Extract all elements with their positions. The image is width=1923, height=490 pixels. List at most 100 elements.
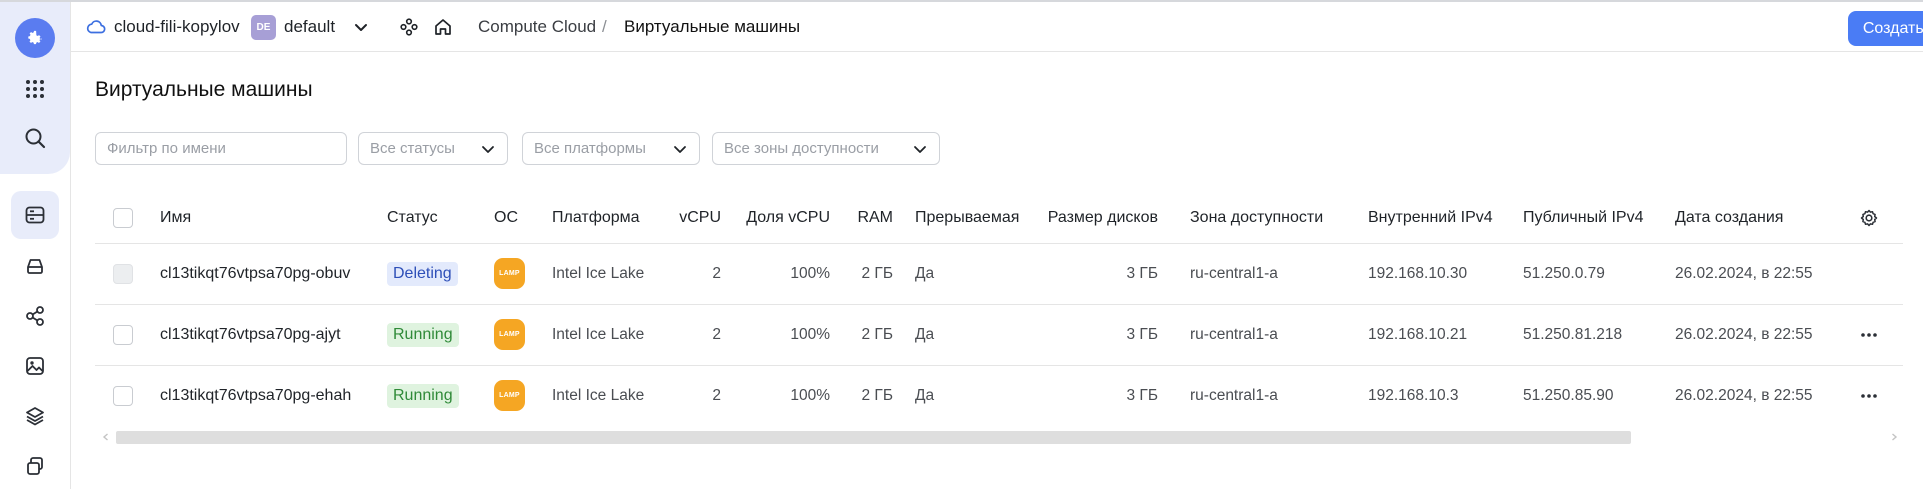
vcpu-share-cell: 100% xyxy=(790,386,830,404)
zone-filter-select[interactable]: Все зоны доступности xyxy=(712,132,940,165)
ip-public-cell: 51.250.81.218 xyxy=(1523,325,1623,343)
platform-cell: Intel Ice Lake xyxy=(552,264,645,282)
folder-name[interactable]: default xyxy=(284,2,335,51)
status-cell: Running xyxy=(387,365,477,426)
side-rail xyxy=(0,2,71,489)
chevron-down-icon xyxy=(674,146,686,153)
layers-icon xyxy=(26,407,44,426)
row-actions-button[interactable] xyxy=(1854,304,1884,365)
scroll-left-icon[interactable] xyxy=(102,433,110,441)
col-created[interactable]: Дата создания xyxy=(1675,193,1845,243)
breadcrumb-separator: / xyxy=(602,16,607,36)
col-vcpu-share[interactable]: Доля vCPU xyxy=(743,193,830,243)
ip-internal-cell: 192.168.10.30 xyxy=(1368,264,1468,282)
row-select-cell xyxy=(113,243,137,304)
col-vcpu[interactable]: vCPU xyxy=(677,193,721,243)
home-icon xyxy=(435,18,451,35)
status-badge: Running xyxy=(387,322,459,347)
network-icon xyxy=(26,306,44,326)
vm-name[interactable]: cl13tikqt76vtpsa70pg-ajyt xyxy=(160,304,380,365)
ram-cell: 2 ГБ xyxy=(861,325,894,343)
col-status[interactable]: Статус xyxy=(387,193,477,243)
logo-button[interactable] xyxy=(11,14,59,62)
lamp-os-icon: LAMP xyxy=(494,319,525,350)
nav-instance-groups[interactable] xyxy=(11,392,59,440)
col-ip-internal[interactable]: Внутренний IPv4 xyxy=(1368,193,1508,243)
disk-icon xyxy=(27,259,43,274)
chevron-down-icon[interactable] xyxy=(353,2,369,51)
grid-icon xyxy=(26,80,44,98)
nav-disks[interactable] xyxy=(11,242,59,290)
scrollbar-thumb[interactable] xyxy=(116,431,1631,444)
col-disk-size[interactable]: Размер дисков xyxy=(1035,193,1158,243)
name-filter-input[interactable]: Фильтр по имени xyxy=(95,132,347,165)
more-icon xyxy=(1861,393,1877,398)
platform-cell: Intel Ice Lake xyxy=(552,325,645,343)
apps-button[interactable] xyxy=(11,65,59,113)
cloud-icon xyxy=(85,2,107,51)
vcpu-cell: 2 xyxy=(712,264,721,282)
zone-filter-value: Все зоны доступности xyxy=(724,140,879,157)
home-button[interactable] xyxy=(433,2,453,51)
status-cell: Deleting xyxy=(387,243,477,304)
col-name[interactable]: Имя xyxy=(160,193,380,243)
more-icon xyxy=(1861,332,1877,337)
search-button[interactable] xyxy=(11,114,59,162)
horizontal-scrollbar[interactable] xyxy=(95,428,1903,446)
vm-name[interactable]: cl13tikqt76vtpsa70pg-ehah xyxy=(160,365,380,426)
disk-size-cell: 3 ГБ xyxy=(1126,325,1159,343)
chevron-down-icon xyxy=(914,146,926,153)
scroll-right-icon[interactable] xyxy=(1890,433,1898,441)
platform-filter-select[interactable]: Все платформы xyxy=(522,132,700,165)
zone-cell: ru-central1-a xyxy=(1190,325,1278,343)
services-button[interactable] xyxy=(399,2,419,51)
row-checkbox[interactable] xyxy=(113,385,133,406)
nav-network[interactable] xyxy=(11,292,59,340)
nav-images[interactable] xyxy=(11,342,59,390)
nodes-icon xyxy=(400,17,418,36)
top-header: cloud-fili-kopylov DE default Compute Cl… xyxy=(71,2,1923,52)
status-cell: Running xyxy=(387,304,477,365)
col-platform[interactable]: Платформа xyxy=(552,193,672,243)
row-checkbox[interactable] xyxy=(113,324,133,345)
col-ram[interactable]: RAM xyxy=(843,193,893,243)
table-row[interactable]: cl13tikqt76vtpsa70pg-ehah Running LAMP I… xyxy=(95,365,1903,426)
table-row[interactable]: cl13tikqt76vtpsa70pg-ajyt Running LAMP I… xyxy=(95,304,1903,366)
status-filter-select[interactable]: Все статусы xyxy=(358,132,508,165)
nav-virtual-machines[interactable] xyxy=(11,191,59,239)
col-ip-public[interactable]: Публичный IPv4 xyxy=(1523,193,1663,243)
row-select-cell xyxy=(113,365,137,426)
select-all-cell xyxy=(113,193,137,243)
columns-settings-button[interactable] xyxy=(1854,193,1884,243)
col-os[interactable]: ОС xyxy=(494,193,534,243)
disk-size-cell: 3 ГБ xyxy=(1126,264,1159,282)
os-cell: LAMP xyxy=(494,243,534,304)
select-all-checkbox[interactable] xyxy=(113,208,133,228)
search-icon xyxy=(25,128,46,149)
snapshot-icon xyxy=(27,457,43,475)
status-filter-value: Все статусы xyxy=(370,140,455,157)
ip-internal-cell: 192.168.10.21 xyxy=(1368,325,1468,343)
platform-cell: Intel Ice Lake xyxy=(552,386,645,404)
nav-snapshots[interactable] xyxy=(11,442,59,490)
col-preemptible[interactable]: Прерываемая xyxy=(915,193,1025,243)
create-vm-button[interactable]: Создать ВМ xyxy=(1848,11,1923,46)
platform-filter-value: Все платформы xyxy=(534,140,646,157)
breadcrumb-service[interactable]: Compute Cloud xyxy=(478,2,596,51)
ip-public-cell: 51.250.0.79 xyxy=(1523,264,1605,282)
vcpu-share-cell: 100% xyxy=(790,264,830,282)
cloud-name[interactable]: cloud-fili-kopylov xyxy=(114,2,240,51)
preemptible-cell: Да xyxy=(915,325,935,343)
ram-cell: 2 ГБ xyxy=(861,386,894,404)
ip-public-cell: 51.250.85.90 xyxy=(1523,386,1614,404)
disk-size-cell: 3 ГБ xyxy=(1126,386,1159,404)
table-row[interactable]: cl13tikqt76vtpsa70pg-obuv Deleting LAMP … xyxy=(95,243,1903,305)
table-header-row: Имя Статус ОС Платформа vCPU Доля vCPU R… xyxy=(95,193,1903,244)
row-actions-button[interactable] xyxy=(1854,365,1884,426)
col-zone[interactable]: Зона доступности xyxy=(1190,193,1340,243)
lamp-os-icon: LAMP xyxy=(494,380,525,411)
vm-name[interactable]: cl13tikqt76vtpsa70pg-obuv xyxy=(160,243,380,304)
row-checkbox xyxy=(113,263,133,284)
lamp-os-icon: LAMP xyxy=(494,258,525,289)
preemptible-cell: Да xyxy=(915,264,935,282)
